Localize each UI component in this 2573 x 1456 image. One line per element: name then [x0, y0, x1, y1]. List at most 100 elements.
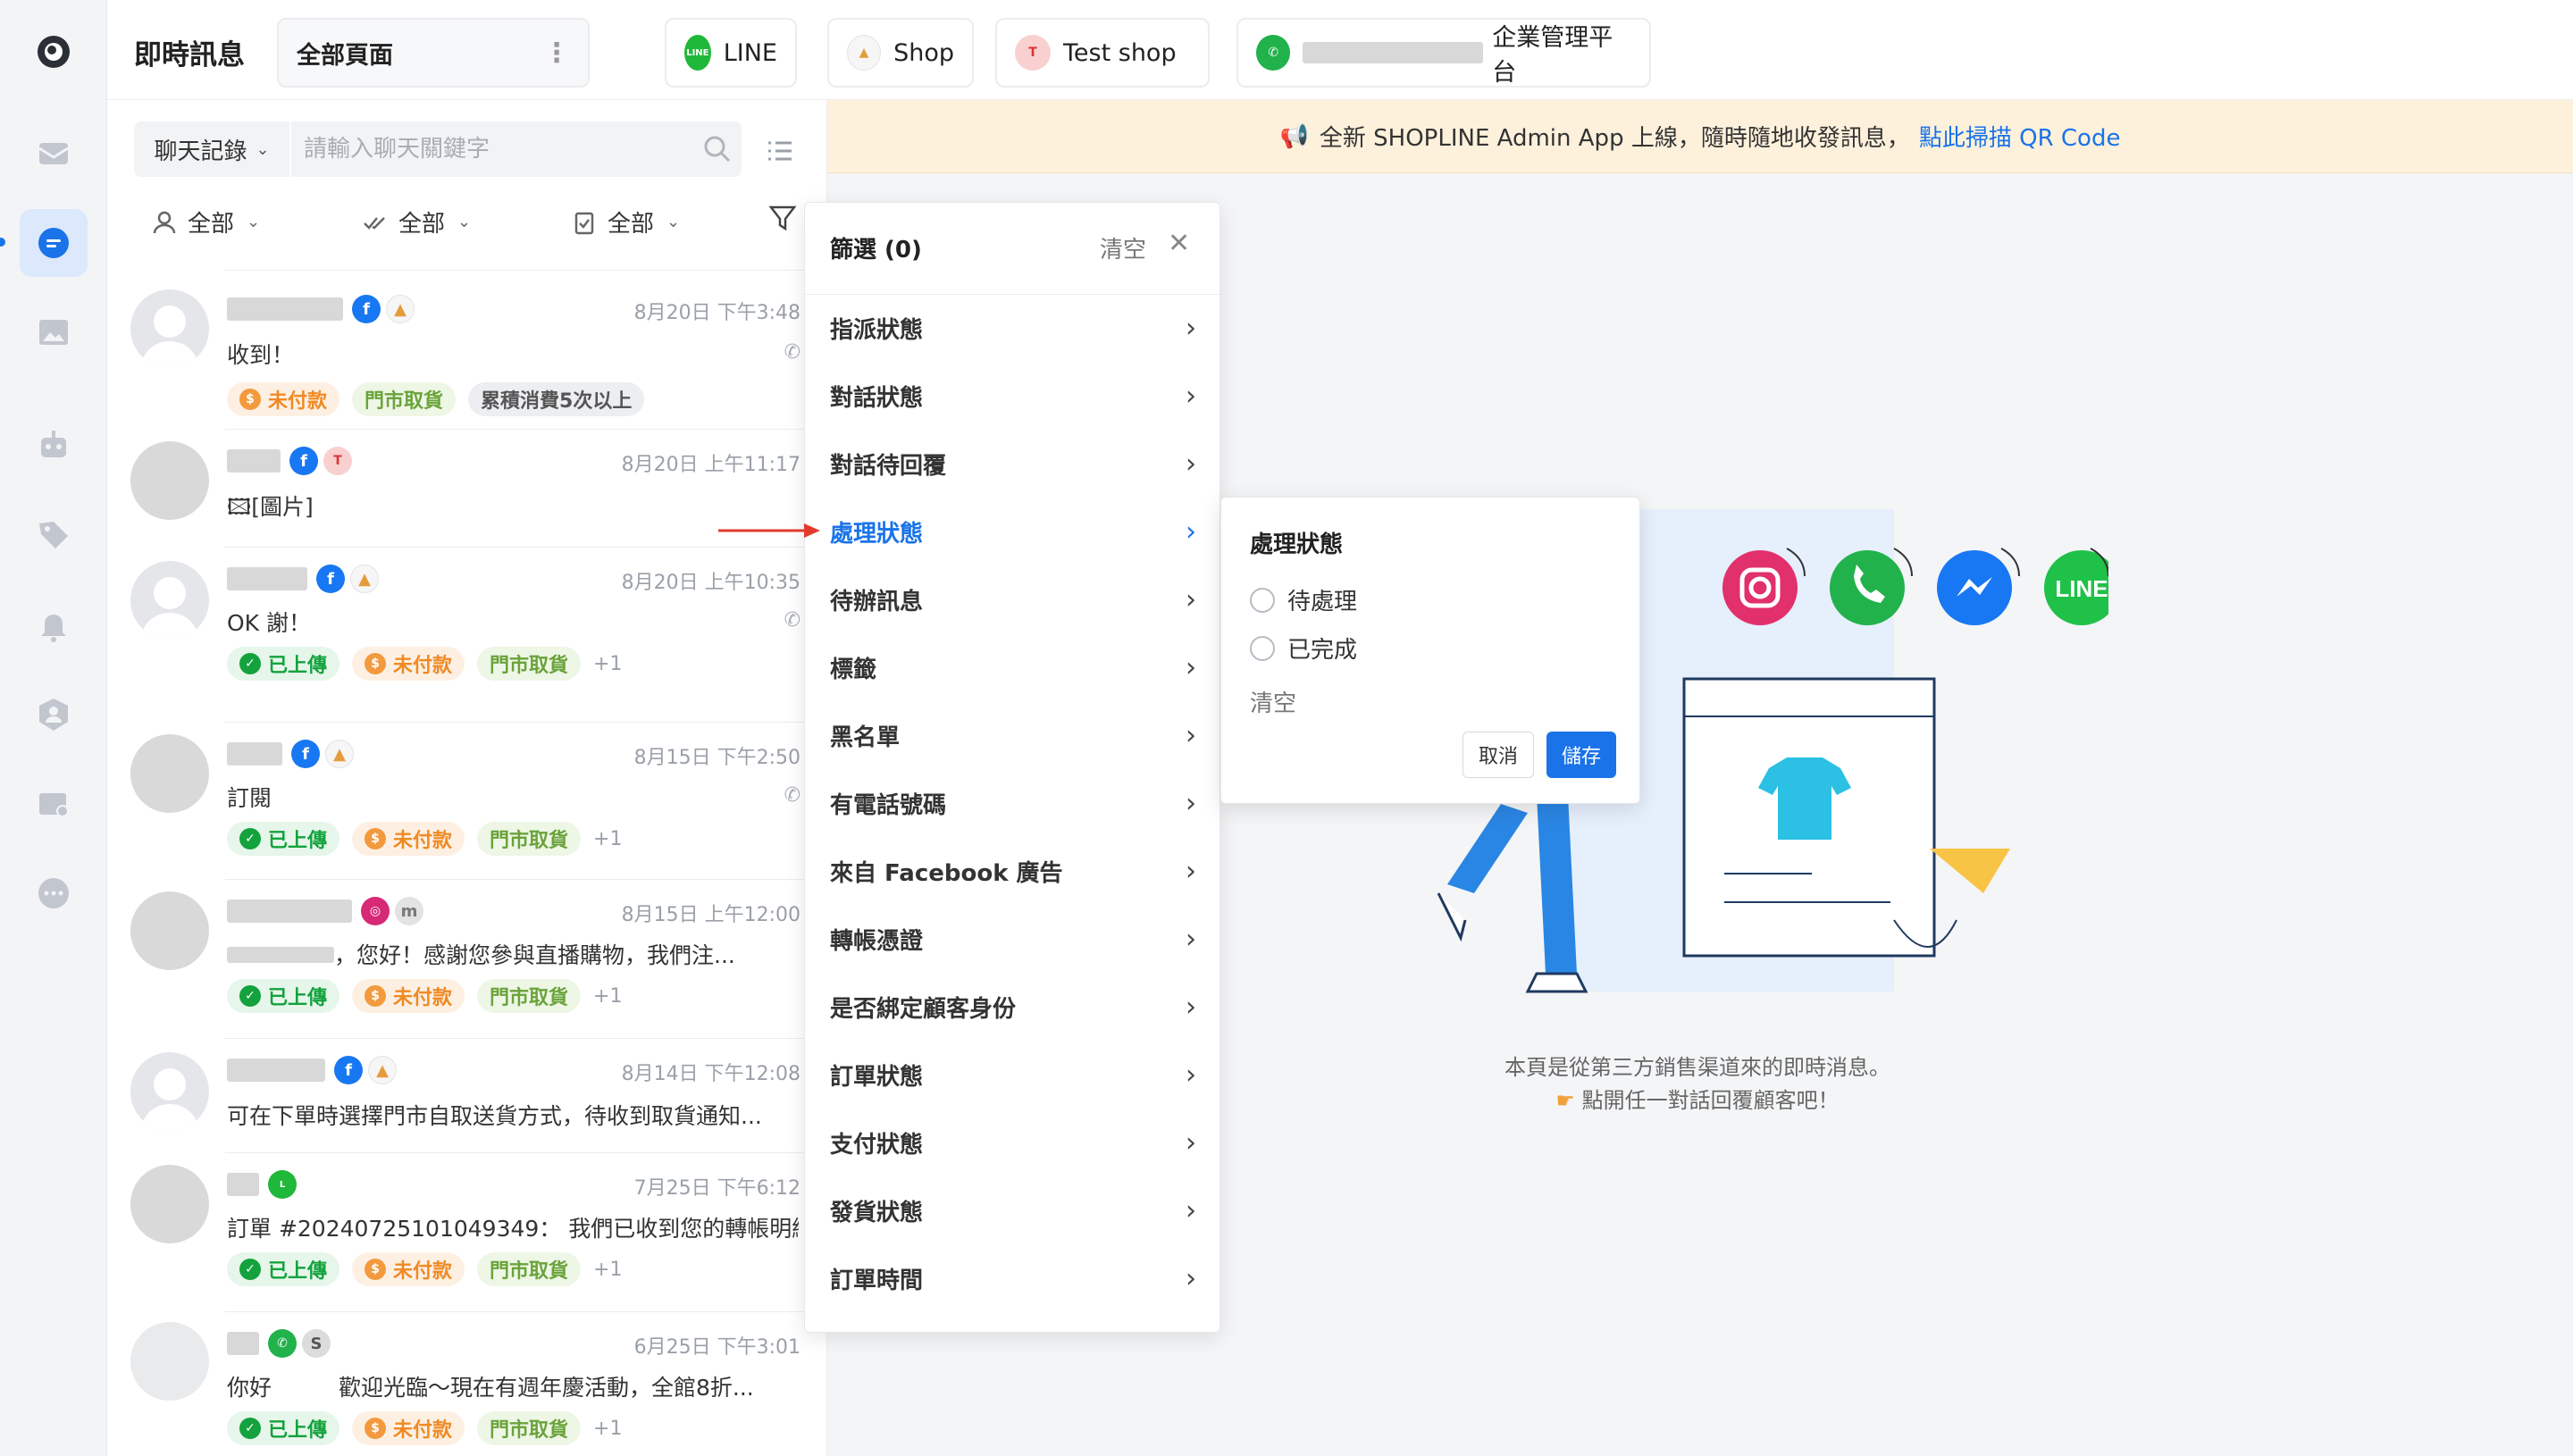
- redacted-name: [227, 449, 281, 473]
- filter-item-label: 黑名單: [830, 724, 901, 751]
- filter-item-order-status[interactable]: 訂單狀態 ›: [830, 1048, 1196, 1101]
- search-input[interactable]: [304, 121, 697, 177]
- filter-item-label: 來自 Facebook 廣告: [830, 859, 1063, 887]
- filter-item-label: 有電話號碼: [830, 791, 947, 819]
- channel-tab-shop[interactable]: ▲ Shop: [827, 18, 974, 88]
- history-select-label: 聊天記錄: [154, 138, 247, 165]
- list-view-icon[interactable]: [765, 136, 795, 166]
- broadcast-icon[interactable]: [20, 770, 88, 838]
- timestamp: 8月20日 上午11:17: [621, 454, 800, 476]
- last-message: 訂單 #20240725101049349： 我們已收到您的轉帳明細: [227, 1216, 799, 1242]
- tag-label: 未付款: [393, 1419, 453, 1442]
- test-shop-icon: T: [1015, 35, 1051, 71]
- tag-label: 未付款: [393, 1260, 453, 1283]
- filter-item-processing-status[interactable]: 處理狀態 ›: [830, 505, 1196, 558]
- filter-funnel-icon[interactable]: [768, 204, 797, 232]
- tag-label: 門市取貨: [490, 830, 569, 852]
- phone-icon: ✆: [784, 341, 800, 364]
- unpaid-tag: $ 未付款: [352, 647, 465, 681]
- empty-state-text: 本頁是從第三方銷售渠道來的即時消息。: [1504, 1055, 1890, 1080]
- filter-clear-button[interactable]: 清空: [1100, 231, 1146, 264]
- channel-tab-test-shop[interactable]: T Test shop: [995, 18, 1210, 88]
- test-shop-icon: T: [323, 447, 352, 475]
- filter-item-transfer-proof[interactable]: 轉帳憑證 ›: [830, 912, 1196, 966]
- filter-item-assign-status[interactable]: 指派狀態 ›: [830, 301, 1196, 355]
- conversation-item[interactable]: f ▲ 8月15日 下午2:50 訂閱 ✆ ✓ 已上傳 $ 未付款 門市取貨 +1: [107, 722, 827, 874]
- filter-item-order-time[interactable]: 訂單時間 ›: [830, 1251, 1196, 1305]
- conversation-item[interactable]: ✆ S 6月25日 下午3:01 你好 歡迎光臨～現在有週年慶活動，全館8折..…: [107, 1311, 827, 1456]
- cancel-button[interactable]: 取消: [1463, 732, 1534, 778]
- check-icon: ✓: [239, 828, 261, 849]
- last-message: 你好 歡迎光臨～現在有週年慶活動，全館8折...: [227, 1375, 754, 1401]
- radio-completed[interactable]: 已完成: [1250, 632, 1357, 665]
- unpaid-tag: $ 未付款: [352, 1252, 465, 1286]
- bell-icon[interactable]: [20, 591, 88, 659]
- more-icon[interactable]: [20, 859, 88, 927]
- filter-panel-title: 篩選 (0): [830, 237, 922, 264]
- chat-icon[interactable]: [20, 209, 88, 277]
- top-bar: 即時訊息 全部頁面 ⋮ LINE LINE ▲ Shop T Test shop…: [107, 0, 2573, 100]
- qr-code-link[interactable]: 點此掃描 QR Code: [1919, 120, 2121, 153]
- filter-item-delivery-status[interactable]: 發貨狀態 ›: [830, 1184, 1196, 1237]
- media-icon[interactable]: [20, 298, 88, 366]
- conversation-item[interactable]: ◎ m 8月15日 上午12:00 ，您好！感謝您參與直播購物，我們注... ✓…: [107, 879, 827, 1031]
- conversation-item[interactable]: f ▲ 8月20日 下午3:48 收到！ ✆ $ 未付款 門市取貨 累積消費5次以…: [107, 270, 827, 426]
- radio-pending[interactable]: 待處理: [1250, 583, 1357, 616]
- chevron-right-icon: ›: [1186, 312, 1196, 344]
- filter-item-conversation-status[interactable]: 對話狀態 ›: [830, 369, 1196, 423]
- store-pickup-tag: 門市取貨: [477, 822, 582, 856]
- filter-item-label: 指派狀態: [830, 316, 924, 344]
- read-status-filter[interactable]: 全部 ⌄: [363, 205, 471, 238]
- contact-name-row: L: [227, 1170, 302, 1199]
- conversation-item[interactable]: L 7月25日 下午6:12 訂單 #20240725101049349： 我們…: [107, 1152, 827, 1304]
- history-select[interactable]: 聊天記錄 ⌄: [134, 121, 291, 177]
- customer-icon[interactable]: [20, 681, 88, 749]
- filter-item-awaiting-reply[interactable]: 對話待回覆 ›: [830, 437, 1196, 490]
- search-icon[interactable]: [702, 134, 733, 164]
- kebab-icon[interactable]: ⋮: [543, 38, 570, 69]
- channel-tab-line[interactable]: LINE LINE: [665, 18, 797, 88]
- tag-icon[interactable]: [20, 500, 88, 568]
- close-icon[interactable]: ✕: [1168, 228, 1190, 259]
- filter-item-has-phone[interactable]: 有電話號碼 ›: [830, 776, 1196, 830]
- divider: [805, 294, 1219, 295]
- page-selector-label: 全部頁面: [297, 41, 393, 70]
- timestamp: 8月15日 下午2:50: [633, 747, 800, 769]
- filter-item-payment-status[interactable]: 支付狀態 ›: [830, 1116, 1196, 1169]
- conversation-item[interactable]: f ▲ 8月14日 下午12:08 可在下單時選擇門市自取送貨方式，待收到取貨通…: [107, 1038, 827, 1149]
- banner-text: 全新 SHOPLINE Admin App 上線，隨時隨地收發訊息，: [1319, 125, 1910, 152]
- save-button[interactable]: 儲存: [1546, 732, 1616, 778]
- bot-icon[interactable]: [20, 411, 88, 479]
- inbox-icon[interactable]: [20, 120, 88, 188]
- redacted-name: [1303, 42, 1484, 63]
- avatar: [130, 734, 209, 813]
- radio-label: 已完成: [1287, 637, 1358, 664]
- line-badge-text: LINE: [2055, 575, 2108, 602]
- radio-button[interactable]: [1250, 587, 1275, 613]
- instagram-icon: [1722, 550, 1798, 625]
- divider: [225, 270, 827, 271]
- filter-item-customer-binding[interactable]: 是否綁定顧客身份 ›: [830, 980, 1196, 1033]
- tag-label: 門市取貨: [490, 1260, 569, 1283]
- chevron-right-icon: ›: [1186, 1059, 1196, 1091]
- tag-label: 門市取貨: [365, 390, 444, 413]
- more-tags-count: +1: [593, 1417, 623, 1440]
- task-filter-label: 全部: [608, 211, 655, 238]
- filter-item-blacklist[interactable]: 黑名單 ›: [830, 708, 1196, 762]
- redacted-name: [227, 742, 282, 766]
- conversation-item[interactable]: f ▲ 8月20日 上午10:35 OK 謝！ ✆ ✓ 已上傳 $ 未付款 門市取貨…: [107, 547, 827, 699]
- channel-tab-whatsapp[interactable]: ✆ 企業管理平台: [1236, 18, 1651, 88]
- popup-clear-button[interactable]: 清空: [1250, 685, 1296, 718]
- last-message: 收到！: [227, 342, 295, 368]
- filter-item-tags[interactable]: 標籤 ›: [830, 640, 1196, 694]
- page-selector[interactable]: 全部頁面 ⋮: [277, 18, 590, 88]
- app-logo-icon[interactable]: [20, 18, 88, 86]
- assignee-filter[interactable]: 全部 ⌄: [152, 205, 260, 238]
- filter-item-facebook-ads[interactable]: 來自 Facebook 廣告 ›: [830, 844, 1196, 898]
- task-filter[interactable]: 全部 ⌄: [572, 205, 680, 238]
- whatsapp-icon: ✆: [268, 1329, 297, 1358]
- radio-button[interactable]: [1250, 635, 1275, 661]
- tag-label: 已上傳: [268, 830, 328, 852]
- redacted-name: [227, 1332, 259, 1355]
- filter-item-todo[interactable]: 待辦訊息 ›: [830, 573, 1196, 626]
